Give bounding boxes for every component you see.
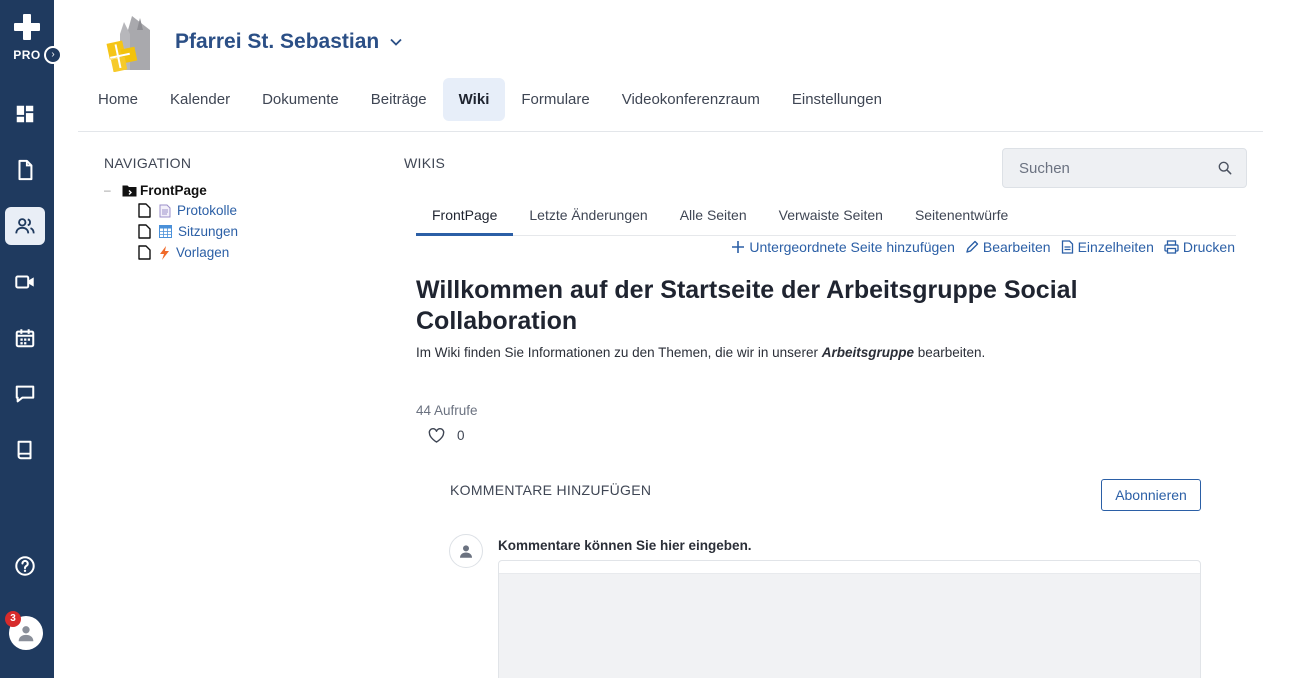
comment-prompt: Kommentare können Sie hier eingeben. bbox=[498, 538, 752, 553]
rail-item-video[interactable] bbox=[5, 263, 45, 301]
space-switcher[interactable]: Pfarrei St. Sebastian bbox=[175, 30, 403, 54]
add-child-page-button[interactable]: Untergeordnete Seite hinzufügen bbox=[731, 239, 955, 255]
book-icon bbox=[17, 440, 32, 460]
page-heading: Willkommen auf der Startseite der Arbeit… bbox=[416, 276, 1078, 335]
left-rail: PRO › 3 bbox=[0, 0, 62, 678]
wiki-tab-drafts[interactable]: Seitenentwürfe bbox=[899, 194, 1024, 235]
comment-input[interactable] bbox=[499, 574, 1200, 678]
tab-settings[interactable]: Einstellungen bbox=[776, 78, 898, 121]
users-icon bbox=[15, 218, 35, 234]
tree-root-label: FrontPage bbox=[140, 182, 207, 198]
search-icon[interactable] bbox=[1218, 160, 1232, 176]
details-icon bbox=[1061, 240, 1073, 254]
navigation-heading: NAVIGATION bbox=[104, 155, 192, 171]
wiki-tab-all-pages[interactable]: Alle Seiten bbox=[664, 194, 763, 235]
tree-item-label: Vorlagen bbox=[176, 245, 230, 260]
like-count: 0 bbox=[457, 428, 465, 443]
folder-icon bbox=[122, 185, 137, 196]
dashboard-icon bbox=[16, 105, 34, 123]
plus-icon bbox=[732, 241, 745, 253]
rail-item-chat[interactable] bbox=[5, 375, 45, 413]
tab-forms[interactable]: Formulare bbox=[505, 78, 605, 121]
top-navigation: Home Kalender Dokumente Beiträge Wiki Fo… bbox=[82, 78, 898, 121]
chevron-down-icon bbox=[390, 38, 402, 46]
comment-editor bbox=[498, 560, 1201, 678]
video-icon bbox=[15, 275, 34, 289]
user-icon bbox=[18, 626, 34, 642]
subscribe-button[interactable]: Abonnieren bbox=[1101, 479, 1201, 511]
tab-home[interactable]: Home bbox=[82, 78, 154, 121]
rail-item-help[interactable] bbox=[5, 547, 45, 585]
tree-item-label: Sitzungen bbox=[178, 224, 239, 239]
wiki-tab-frontpage[interactable]: FrontPage bbox=[416, 194, 514, 236]
page-actions: Untergeordnete Seite hinzufügen Bearbeit… bbox=[731, 239, 1235, 255]
wiki-tab-recent-changes[interactable]: Letzte Änderungen bbox=[513, 194, 663, 235]
like-control: 0 bbox=[428, 428, 465, 443]
rail-item-calendar[interactable] bbox=[5, 319, 45, 357]
tab-documents[interactable]: Dokumente bbox=[246, 78, 355, 121]
rail-item-documents[interactable] bbox=[5, 151, 45, 189]
search-box bbox=[1002, 148, 1247, 188]
editor-toolbar bbox=[499, 561, 1200, 574]
help-icon bbox=[15, 556, 35, 576]
tree-item-sitzungen[interactable]: Sitzungen bbox=[138, 221, 238, 242]
tab-calendar[interactable]: Kalender bbox=[154, 78, 246, 121]
details-button[interactable]: Einzelheiten bbox=[1061, 239, 1154, 255]
wiki-tab-orphan-pages[interactable]: Verwaiste Seiten bbox=[763, 194, 899, 235]
chat-icon bbox=[15, 385, 35, 403]
edit-button[interactable]: Bearbeiten bbox=[965, 239, 1051, 255]
rail-item-dashboard[interactable] bbox=[5, 95, 45, 133]
print-button[interactable]: Drucken bbox=[1164, 239, 1235, 255]
wikis-heading: WIKIS bbox=[404, 155, 446, 171]
tab-videoconference[interactable]: Videokonferenzraum bbox=[606, 78, 776, 121]
page-intro: Im Wiki finden Sie Informationen zu den … bbox=[416, 345, 986, 360]
calendar-icon bbox=[15, 329, 35, 348]
header-divider bbox=[78, 131, 1263, 132]
tree-item-vorlagen[interactable]: Vorlagen bbox=[138, 242, 238, 263]
navigation-tree: – FrontPage Protokolle Sitzungen Vorlage… bbox=[104, 180, 238, 263]
printer-icon bbox=[1164, 240, 1179, 254]
table-icon bbox=[159, 225, 172, 238]
file-icon bbox=[138, 203, 151, 218]
comment-avatar bbox=[449, 534, 483, 568]
plus-logo-icon bbox=[14, 14, 40, 40]
tab-wiki[interactable]: Wiki bbox=[442, 78, 506, 121]
file-icon bbox=[138, 245, 151, 260]
comments-heading: KOMMENTARE HINZUFÜGEN bbox=[450, 482, 652, 498]
notification-badge: 3 bbox=[5, 611, 21, 627]
pencil-icon bbox=[966, 240, 979, 253]
search-input[interactable] bbox=[1019, 159, 1218, 177]
user-icon bbox=[460, 545, 472, 558]
space-title: Pfarrei St. Sebastian bbox=[175, 30, 380, 53]
tree-item-protokolle[interactable]: Protokolle bbox=[138, 200, 238, 221]
file-icon bbox=[138, 224, 151, 239]
rail-item-wiki[interactable] bbox=[5, 431, 45, 469]
heart-icon[interactable] bbox=[428, 428, 445, 443]
intro-emphasis: Arbeitsgruppe bbox=[821, 345, 914, 360]
collapse-toggle[interactable]: – bbox=[104, 183, 122, 197]
wiki-tabs: FrontPage Letzte Änderungen Alle Seiten … bbox=[416, 194, 1236, 236]
tab-posts[interactable]: Beiträge bbox=[355, 78, 443, 121]
lightning-icon bbox=[160, 245, 169, 260]
tree-item-label: Protokolle bbox=[177, 203, 238, 218]
parish-logo-icon bbox=[106, 16, 150, 72]
tree-root-item[interactable]: – FrontPage bbox=[104, 180, 238, 200]
rail-expand-button[interactable]: › bbox=[44, 46, 62, 64]
page-icon bbox=[159, 204, 171, 217]
view-count: 44 Aufrufe bbox=[416, 403, 478, 418]
rail-item-community[interactable] bbox=[5, 207, 45, 245]
document-icon bbox=[18, 159, 33, 181]
